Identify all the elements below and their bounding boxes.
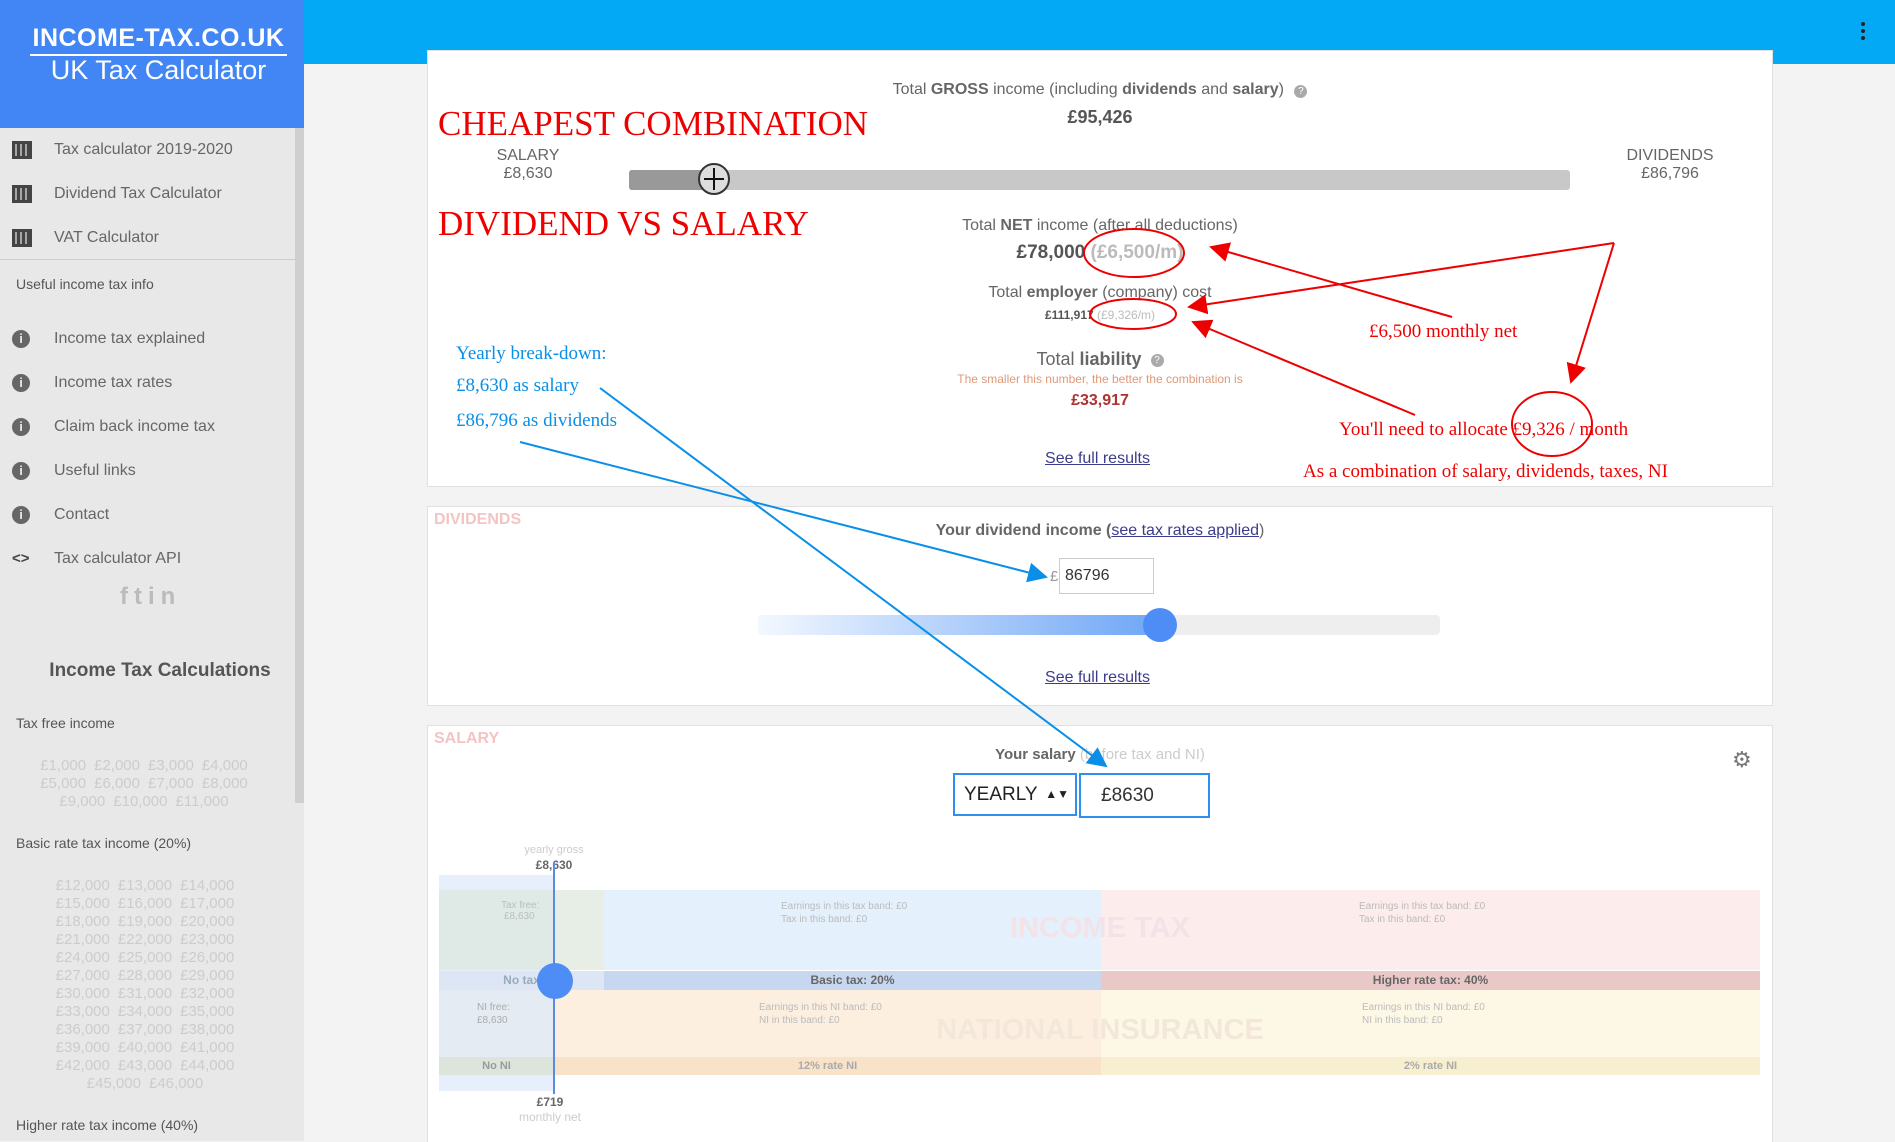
brand-line2: UK Tax Calculator <box>50 55 267 85</box>
annotation-circle-allocate <box>1511 391 1593 457</box>
annotation-arrow-net <box>1209 242 1453 318</box>
annotation-arrow-employer <box>1187 242 1615 315</box>
annotation-circle-employer <box>1089 298 1177 330</box>
brand-logo[interactable]: INCOME-TAX.CO.UK UK Tax Calculator <box>0 0 304 128</box>
annotation-arrow-dividends <box>519 441 1048 583</box>
annotation-arrow-salary <box>599 387 1108 768</box>
annotation-arrow-allocate <box>1566 242 1615 384</box>
brand-line1: INCOME-TAX.CO.UK <box>30 24 287 56</box>
annotation-overlay <box>519 228 1615 768</box>
annotation-circle-net <box>1083 228 1185 278</box>
annotation-arrow-employer-2 <box>1191 319 1416 416</box>
